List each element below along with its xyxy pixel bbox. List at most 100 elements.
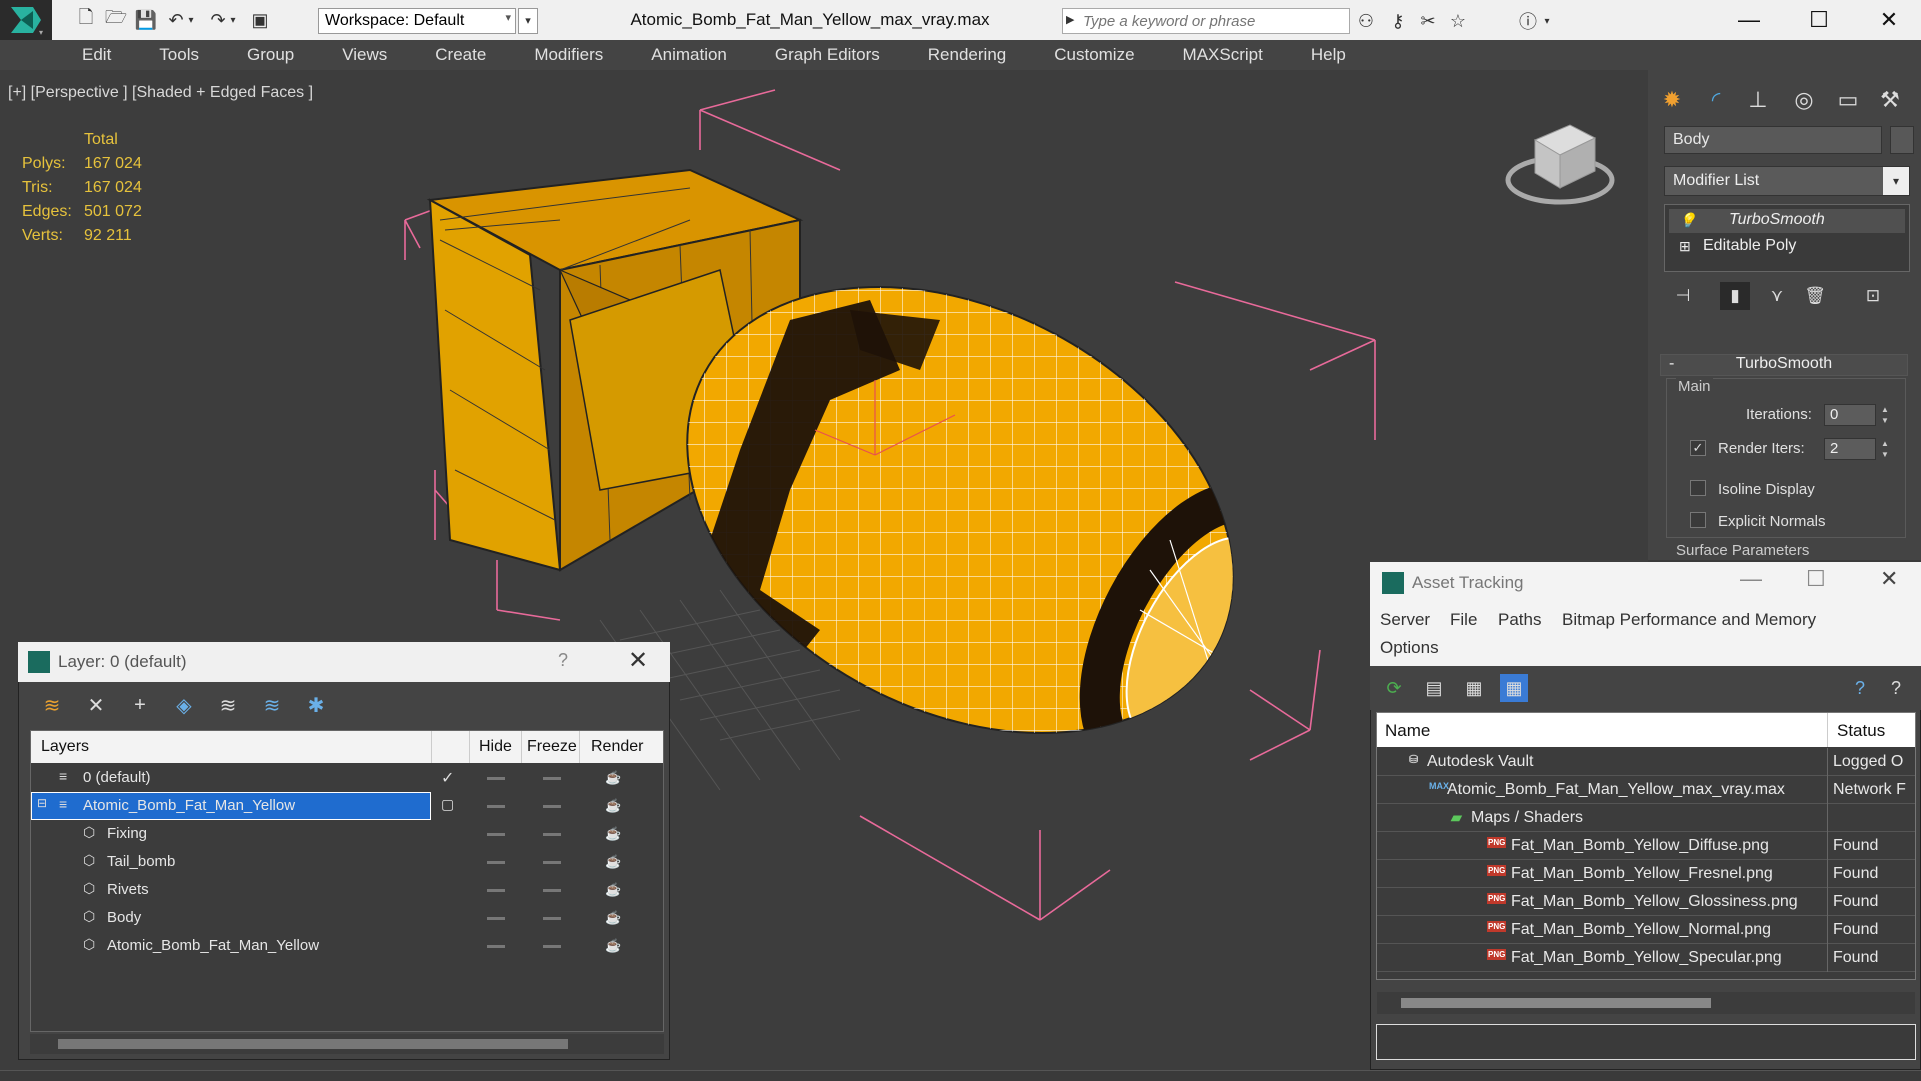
- menu-customize[interactable]: Customize: [1024, 45, 1152, 65]
- hide-all-icon[interactable]: ≋: [256, 690, 288, 720]
- column-layers[interactable]: Layers: [41, 738, 89, 756]
- collapse-minus-icon[interactable]: ⊟: [37, 796, 47, 810]
- iterations-spinner[interactable]: 0: [1824, 404, 1876, 426]
- menu-create[interactable]: Create: [405, 45, 504, 65]
- close-icon[interactable]: ✕: [1880, 566, 1898, 592]
- render-teapot-icon[interactable]: ☕: [605, 882, 621, 898]
- column-name[interactable]: Name: [1385, 721, 1430, 741]
- lightbulb-icon[interactable]: 💡: [1679, 212, 1696, 229]
- create-tab-icon[interactable]: ✹: [1654, 82, 1690, 118]
- asset-row[interactable]: PNG Fat_Man_Bomb_Yellow_Normal.png Found: [1377, 916, 1915, 944]
- play-arrow-icon[interactable]: ▶: [1066, 13, 1074, 26]
- remove-modifier-icon[interactable]: 🗑: [1800, 282, 1830, 310]
- asset-row[interactable]: ⛁ Autodesk Vault Logged O: [1377, 748, 1915, 776]
- refresh-icon[interactable]: ⟳: [1380, 674, 1408, 702]
- asset-row[interactable]: PNG Fat_Man_Bomb_Yellow_Glossiness.png F…: [1377, 888, 1915, 916]
- hierarchy-tab-icon[interactable]: ⊥: [1740, 82, 1776, 118]
- render-teapot-icon[interactable]: ☕: [605, 826, 621, 842]
- show-end-result-icon[interactable]: ▮: [1720, 282, 1750, 310]
- minimize-icon[interactable]: —: [1714, 0, 1784, 40]
- hide-toggle[interactable]: [487, 805, 505, 808]
- menu-views[interactable]: Views: [312, 45, 405, 65]
- menu-graph-editors[interactable]: Graph Editors: [745, 45, 898, 65]
- menu-animation[interactable]: Animation: [621, 45, 745, 65]
- active-layer-check-icon[interactable]: ✓: [441, 768, 454, 788]
- render-teapot-icon[interactable]: ☕: [605, 854, 621, 870]
- spinner-arrows-icon[interactable]: ▲ ▼: [1878, 404, 1892, 426]
- view-cube-icon[interactable]: [1505, 124, 1615, 205]
- key-icon[interactable]: ⚷: [1384, 8, 1412, 34]
- add-to-layer-icon[interactable]: +: [124, 690, 156, 720]
- set-active-box-icon[interactable]: ▢: [441, 796, 454, 813]
- close-icon[interactable]: ✕: [628, 646, 648, 675]
- modify-tab-icon[interactable]: ◜: [1698, 82, 1734, 118]
- open-file-icon[interactable]: 🗁: [102, 7, 130, 32]
- freeze-toggle[interactable]: [543, 777, 561, 780]
- help-button[interactable]: ?: [558, 650, 568, 671]
- highlight-selected-icon[interactable]: ≋: [212, 690, 244, 720]
- binoculars-icon[interactable]: ⚇: [1352, 8, 1380, 34]
- hide-toggle[interactable]: [487, 917, 505, 920]
- search-input[interactable]: [1083, 11, 1345, 31]
- new-file-icon[interactable]: 🗋: [72, 7, 100, 32]
- menu-tools[interactable]: Tools: [129, 45, 217, 65]
- workspace-dropdown[interactable]: Workspace: Default ▾: [318, 8, 516, 34]
- freeze-toggle[interactable]: [543, 861, 561, 864]
- asset-row[interactable]: PNG Fat_Man_Bomb_Yellow_Fresnel.png Foun…: [1377, 860, 1915, 888]
- turbosmooth-rollout-header[interactable]: - TurboSmooth: [1660, 354, 1908, 376]
- utilities-tab-icon[interactable]: ⚒: [1872, 82, 1908, 118]
- freeze-toggle[interactable]: [543, 945, 561, 948]
- render-teapot-icon[interactable]: ☕: [605, 910, 621, 926]
- freeze-toggle[interactable]: [543, 805, 561, 808]
- hide-toggle[interactable]: [487, 777, 505, 780]
- horizontal-scrollbar[interactable]: [30, 1034, 664, 1054]
- asset-row[interactable]: ▰ Maps / Shaders: [1377, 804, 1915, 832]
- maximize-icon[interactable]: ☐: [1784, 0, 1854, 40]
- pin-stack-icon[interactable]: ⊣: [1668, 282, 1698, 310]
- spinner-arrows-icon[interactable]: ▲ ▼: [1878, 438, 1892, 460]
- workspace-menu-button[interactable]: ▾: [518, 8, 538, 34]
- menu-maxscript[interactable]: MAXScript: [1153, 45, 1281, 65]
- menu-paths[interactable]: Paths: [1498, 610, 1541, 630]
- motion-tab-icon[interactable]: ◎: [1786, 82, 1822, 118]
- display-tab-icon[interactable]: ▭: [1830, 82, 1866, 118]
- help-icon[interactable]: ⓘ: [1514, 8, 1542, 34]
- explicit-normals-checkbox[interactable]: [1690, 512, 1706, 528]
- menu-modifiers[interactable]: Modifiers: [504, 45, 621, 65]
- server-help-icon[interactable]: ?: [1846, 674, 1874, 702]
- render-teapot-icon[interactable]: ☕: [605, 938, 621, 954]
- thumbnail-view-icon[interactable]: ▦: [1460, 674, 1488, 702]
- search-box[interactable]: ▶: [1062, 8, 1350, 34]
- asset-row[interactable]: MAX Atomic_Bomb_Fat_Man_Yellow_max_vray.…: [1377, 776, 1915, 804]
- menu-file[interactable]: File: [1450, 610, 1477, 630]
- project-folder-icon[interactable]: ▣: [246, 8, 274, 32]
- render-teapot-icon[interactable]: ☕: [605, 770, 621, 786]
- column-status[interactable]: Status: [1837, 721, 1885, 741]
- layer-row-selected[interactable]: ⊟ ≡ Atomic_Bomb_Fat_Man_Yellow ▢ ☕: [31, 792, 663, 820]
- close-icon[interactable]: ✕: [1854, 0, 1921, 40]
- minimize-icon[interactable]: —: [1740, 566, 1762, 592]
- scrollbar-thumb[interactable]: [1401, 998, 1711, 1008]
- hide-toggle[interactable]: [487, 889, 505, 892]
- save-icon[interactable]: 💾: [132, 8, 160, 32]
- stack-item-turbosmooth[interactable]: 💡 TurboSmooth: [1669, 209, 1905, 233]
- expand-plus-icon[interactable]: ⊞: [1679, 238, 1691, 255]
- scrollbar-thumb[interactable]: [58, 1039, 568, 1049]
- help-dropdown-icon[interactable]: ▾: [1540, 8, 1554, 34]
- menu-edit[interactable]: Edit: [52, 45, 129, 65]
- object-name-field[interactable]: Body: [1664, 126, 1882, 154]
- menu-server[interactable]: Server: [1380, 610, 1430, 630]
- undo-dropdown-icon[interactable]: ▾: [184, 8, 198, 32]
- render-iters-checkbox[interactable]: ✓: [1690, 440, 1706, 456]
- hide-toggle[interactable]: [487, 945, 505, 948]
- horizontal-scrollbar[interactable]: [1377, 992, 1915, 1014]
- menu-options[interactable]: Options: [1380, 638, 1439, 658]
- column-freeze[interactable]: Freeze: [527, 738, 577, 756]
- freeze-toggle[interactable]: [543, 833, 561, 836]
- menu-help[interactable]: Help: [1281, 45, 1364, 65]
- render-teapot-icon[interactable]: ☕: [605, 798, 621, 814]
- maximize-icon[interactable]: ☐: [1806, 566, 1826, 592]
- column-hide[interactable]: Hide: [479, 738, 512, 756]
- menu-group[interactable]: Group: [217, 45, 312, 65]
- table-view-icon[interactable]: ▦: [1500, 674, 1528, 702]
